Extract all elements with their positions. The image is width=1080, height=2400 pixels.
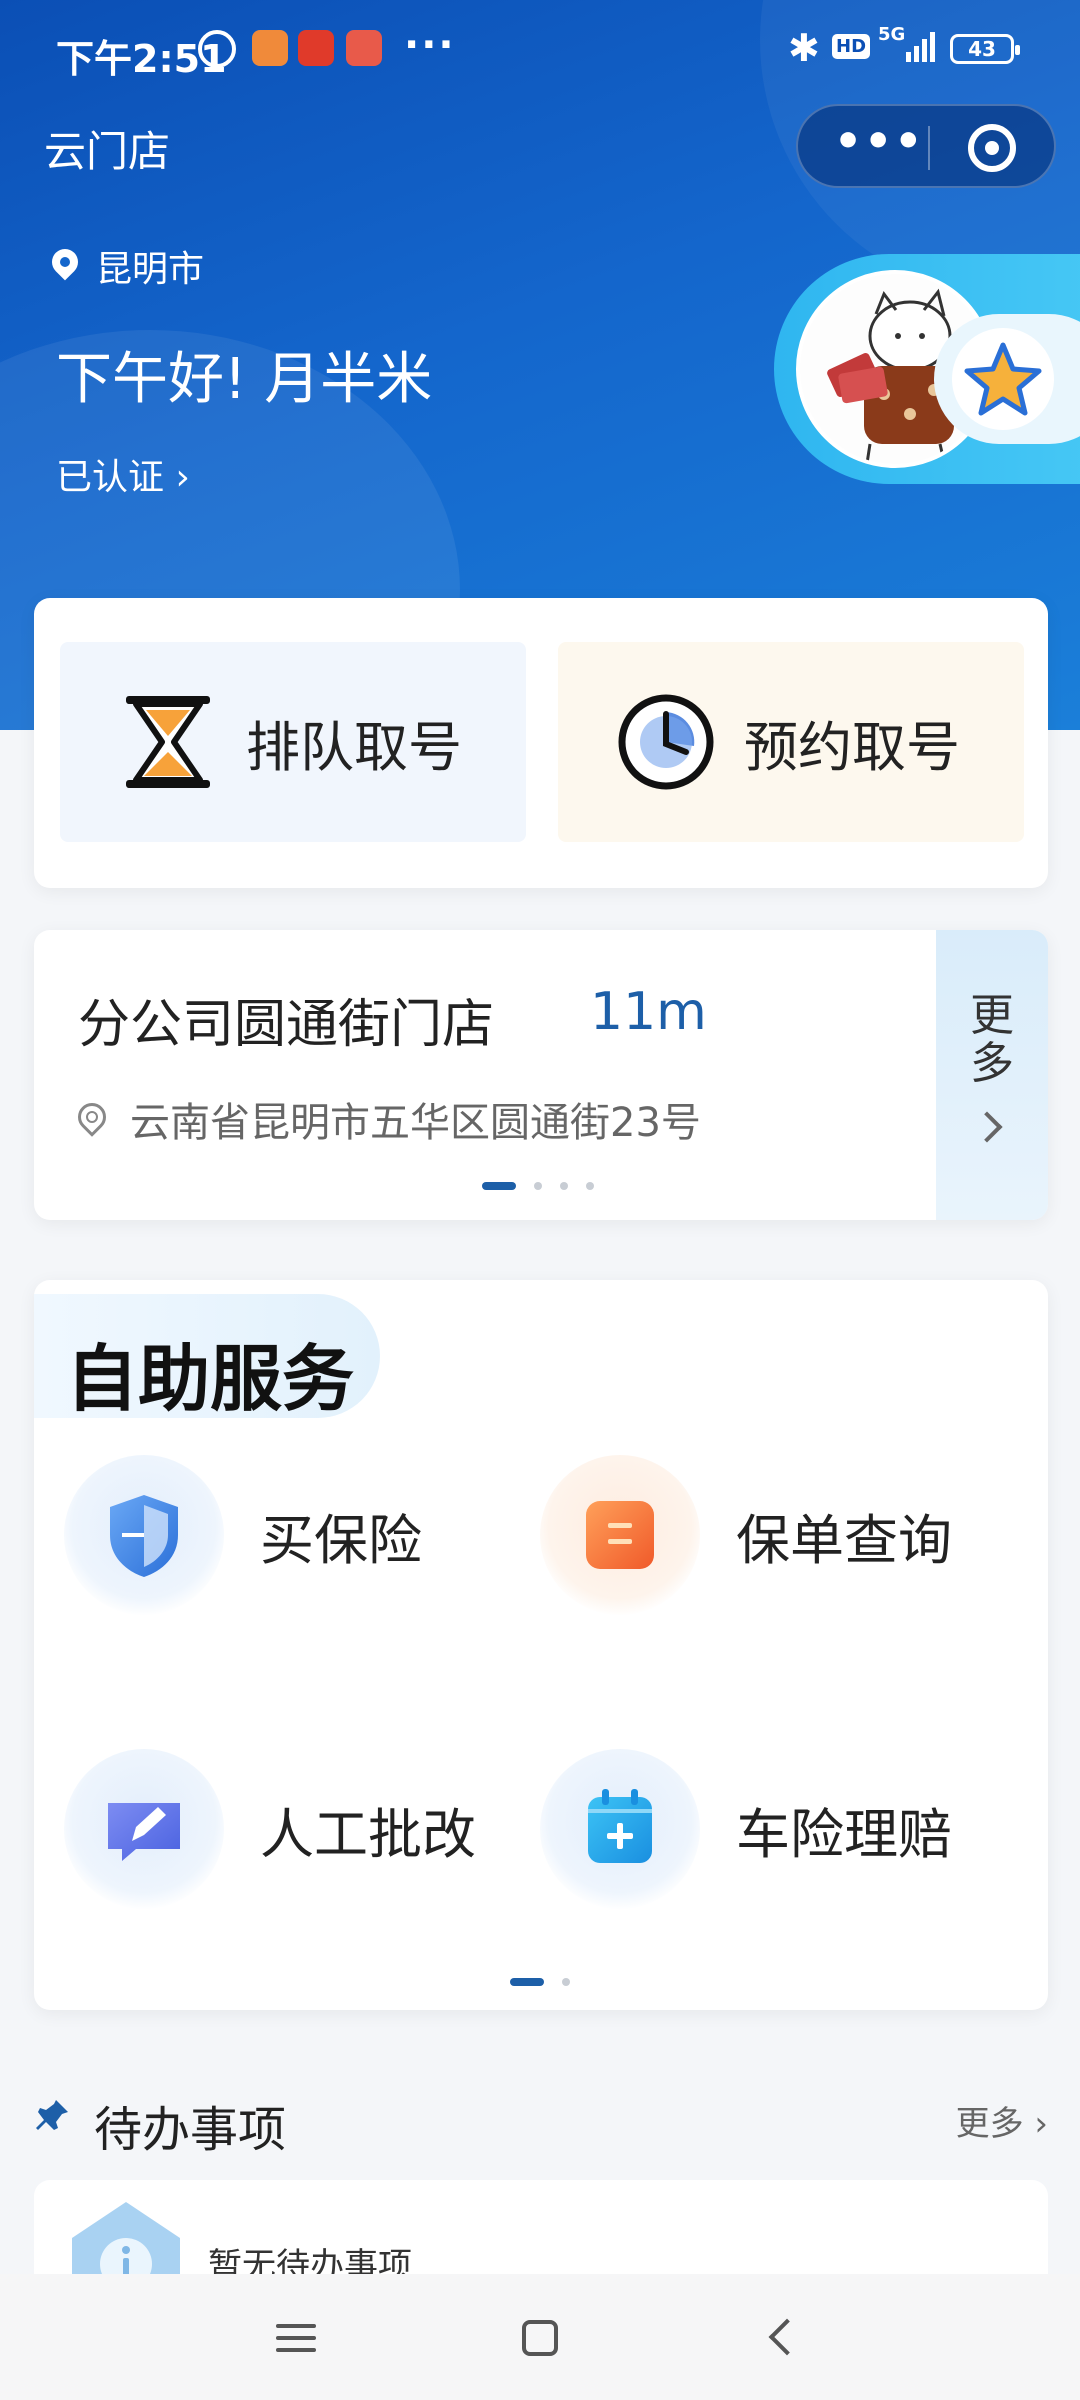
pager-dot xyxy=(482,1182,516,1190)
system-nav-bar xyxy=(0,2274,1080,2400)
document-icon xyxy=(586,1501,654,1569)
city-label: 昆明市 xyxy=(96,249,205,290)
pager-dot xyxy=(534,1182,542,1190)
queue-ticket-label: 排队取号 xyxy=(246,715,462,779)
todo-header: 待办事项 更多 › xyxy=(34,2090,1048,2158)
app-notification-icon xyxy=(298,30,334,66)
hd-badge: HD xyxy=(832,34,871,59)
battery-icon: 43 xyxy=(950,34,1020,64)
greeting-text: 下午好! 月半米 xyxy=(56,347,433,412)
store-address: 云南省昆明市五华区圆通街23号 xyxy=(78,1090,701,1148)
pager-dot xyxy=(510,1978,544,1986)
more-stores-button[interactable]: 更多 xyxy=(936,930,1048,1220)
network-type: 5G xyxy=(878,24,906,45)
close-miniprogram-button[interactable] xyxy=(968,124,1016,172)
profile-panel xyxy=(774,254,1080,484)
store-name: 分公司圆通街门店 xyxy=(78,995,495,1055)
pager-dot xyxy=(586,1182,594,1190)
location-selector[interactable]: 昆明市 xyxy=(52,240,204,292)
appointment-ticket-button[interactable]: 预约取号 xyxy=(558,642,1024,842)
member-badge[interactable] xyxy=(934,314,1080,444)
recent-apps-button[interactable] xyxy=(276,2320,316,2356)
hourglass-icon xyxy=(126,696,210,788)
manual-endorsement-label: 人工批改 xyxy=(260,1802,476,1866)
store-address-text: 云南省昆明市五华区圆通街23号 xyxy=(130,1100,701,1146)
pager-dot xyxy=(560,1182,568,1190)
queue-ticket-button[interactable]: 排队取号 xyxy=(60,642,526,842)
back-button[interactable] xyxy=(768,2318,806,2356)
edit-icon xyxy=(108,1803,180,1861)
app-notification-icon xyxy=(346,30,382,66)
policy-query-label: 保单查询 xyxy=(736,1508,952,1572)
pager-dot xyxy=(562,1978,570,1986)
policy-query-button[interactable]: 保单查询 xyxy=(540,1440,1000,1630)
verified-link[interactable]: 已认证 › xyxy=(56,448,190,500)
store-card[interactable]: 分公司圆通街门店 11m 云南省昆明市五华区圆通街23号 更多 xyxy=(34,930,1048,1220)
car-claim-button[interactable]: 车险理赔 xyxy=(540,1734,1000,1924)
service-pager xyxy=(510,1978,570,1986)
chevron-right-icon xyxy=(971,1111,1003,1143)
home-button[interactable] xyxy=(522,2320,558,2356)
miniprogram-capsule: ••• xyxy=(796,104,1056,188)
shield-icon xyxy=(110,1495,178,1577)
more-menu-button[interactable]: ••• xyxy=(834,116,924,167)
calendar-plus-icon xyxy=(588,1789,652,1863)
store-pager xyxy=(482,1182,594,1190)
signal-icon xyxy=(906,32,935,62)
location-pin-icon xyxy=(78,1103,102,1135)
buy-insurance-label: 买保险 xyxy=(260,1508,422,1572)
todo-more-link[interactable]: 更多 › xyxy=(956,2096,1048,2145)
todo-title: 待办事项 xyxy=(94,2102,287,2158)
store-distance: 11m xyxy=(590,982,707,1042)
app-title: 云门店 xyxy=(44,127,171,176)
buy-insurance-button[interactable]: 买保险 xyxy=(64,1440,524,1630)
more-stores-label: 更多 xyxy=(970,990,1014,1089)
section-title: 自助服务 xyxy=(66,1337,355,1421)
star-icon xyxy=(964,342,1042,416)
alarm-icon xyxy=(198,30,236,68)
bluetooth-icon: ✱ xyxy=(788,26,820,70)
more-notifications-icon: ··· xyxy=(404,22,456,68)
app-root: 下午2:51 ··· ✱ HD 5G 43 云门店 ••• 昆明市 下午好! 月… xyxy=(0,0,1080,2400)
app-notification-icon xyxy=(252,30,288,66)
location-pin-icon xyxy=(52,249,78,283)
status-bar: 下午2:51 ··· ✱ HD 5G 43 xyxy=(0,0,1080,100)
self-service-card: 自助服务 买保险 保单查询 人工批改 车险理赔 xyxy=(34,1280,1048,2010)
appointment-ticket-label: 预约取号 xyxy=(744,715,960,779)
car-claim-label: 车险理赔 xyxy=(736,1802,952,1866)
manual-endorsement-button[interactable]: 人工批改 xyxy=(64,1734,524,1924)
pin-icon xyxy=(36,2100,68,2130)
ticket-card: 排队取号 预约取号 xyxy=(34,598,1048,888)
clock-icon xyxy=(618,694,714,790)
